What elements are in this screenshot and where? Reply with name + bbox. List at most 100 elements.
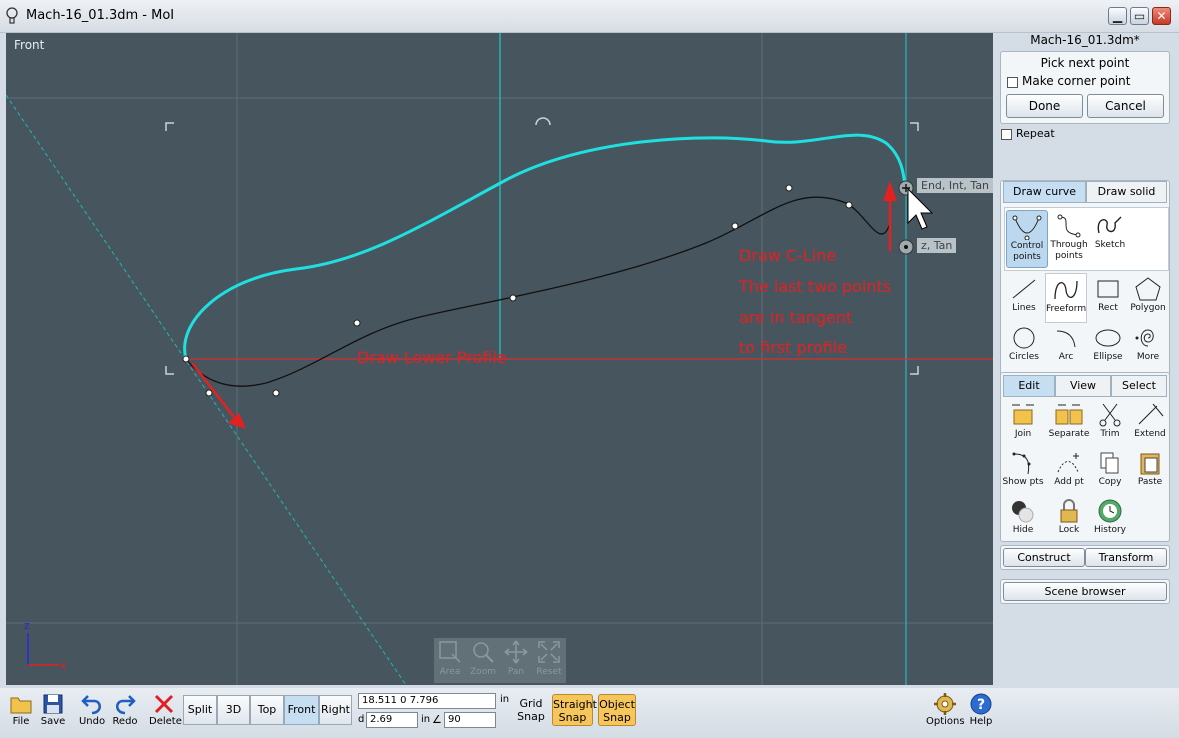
help-button[interactable]: ? Help: [966, 692, 996, 727]
distance-input[interactable]: 2.69: [366, 712, 418, 728]
circles-tool[interactable]: Circles: [1003, 322, 1045, 372]
redo-label: Redo: [112, 716, 138, 727]
viewport-canvas[interactable]: z x Draw Lower Profile Draw C-Line The l…: [6, 33, 993, 685]
nav-pan-label: Pan: [507, 667, 525, 677]
close-button[interactable]: ✕: [1152, 7, 1171, 25]
view-3d-button[interactable]: 3D: [217, 695, 250, 725]
grid-snap-label-2: Snap: [517, 710, 545, 723]
maximize-button[interactable]: ▭: [1130, 7, 1149, 25]
separate-tool[interactable]: Separate: [1048, 399, 1090, 449]
construct-transform-bar: Construct Transform: [1000, 545, 1170, 570]
front-viewport[interactable]: z x Draw Lower Profile Draw C-Line The l…: [6, 33, 993, 685]
tab-view[interactable]: View: [1055, 375, 1111, 397]
add-pt-tool[interactable]: Add pt: [1048, 447, 1090, 497]
undo-label: Undo: [78, 716, 106, 727]
trim-tool[interactable]: Trim: [1089, 399, 1131, 449]
ellipse-icon: [1095, 329, 1121, 347]
lock-tool[interactable]: Lock: [1048, 495, 1090, 545]
diagonal-construction-line: [6, 94, 407, 685]
object-snap-label-2: Snap: [603, 711, 631, 724]
transform-button[interactable]: Transform: [1085, 548, 1167, 567]
undo-button[interactable]: Undo: [77, 692, 107, 727]
help-question-icon: ?: [970, 693, 992, 715]
axis-z-label: z: [24, 619, 30, 632]
show-points-icon: [1012, 452, 1031, 475]
lock-icon: [1060, 499, 1078, 523]
scene-browser-button[interactable]: Scene browser: [1003, 582, 1167, 601]
tab-draw-solid[interactable]: Draw solid: [1086, 181, 1167, 203]
history-label: History: [1093, 525, 1127, 535]
tab-select[interactable]: Select: [1111, 375, 1167, 397]
more-tool[interactable]: More: [1127, 322, 1169, 372]
repeat-checkbox[interactable]: [1001, 129, 1012, 140]
separate-icon: [1055, 404, 1083, 425]
view-split-button[interactable]: Split: [183, 695, 217, 725]
join-label: Join: [1014, 429, 1032, 439]
sketch-tool[interactable]: Sketch: [1089, 210, 1131, 268]
history-tool[interactable]: History: [1089, 495, 1131, 545]
arc-label: Arc: [1058, 352, 1074, 362]
done-button[interactable]: Done: [1006, 94, 1083, 118]
save-button[interactable]: Save: [38, 692, 68, 727]
straight-snap-toggle[interactable]: Straight Snap: [552, 694, 597, 726]
trim-scissors-icon: [1099, 403, 1121, 427]
file-button[interactable]: File: [6, 692, 36, 727]
sketch-icon: [1097, 216, 1122, 234]
viewport-label: Front: [14, 38, 45, 52]
hide-tool[interactable]: Hide: [1002, 495, 1044, 545]
copy-tool[interactable]: Copy: [1089, 447, 1131, 497]
nav-zoom-button[interactable]: Zoom: [467, 640, 499, 677]
ellipse-tool[interactable]: Ellipse: [1087, 322, 1129, 372]
freeform-tool[interactable]: Freeform: [1045, 273, 1087, 323]
extend-tool[interactable]: Extend: [1129, 399, 1171, 449]
minimize-button[interactable]: ▁: [1108, 7, 1127, 25]
control-points-label-1: Control: [1010, 241, 1044, 251]
view-top-button[interactable]: Top: [250, 695, 284, 725]
polygon-tool[interactable]: Polygon: [1127, 273, 1169, 323]
construct-button[interactable]: Construct: [1003, 548, 1085, 567]
draw-panel: Draw curve Draw solid Control points Thr…: [1000, 180, 1170, 378]
control-points-icon: [1012, 215, 1042, 240]
polygon-label: Polygon: [1130, 303, 1166, 313]
object-snap-toggle[interactable]: Object Snap: [598, 694, 636, 726]
document-filename: Mach-16_01.3dm*: [1030, 33, 1140, 47]
snap-tooltip-end: End, Int, Tan: [917, 178, 993, 193]
trim-label: Trim: [1100, 429, 1120, 439]
command-prompt: Pick next point: [1040, 56, 1130, 70]
nav-pan-button[interactable]: Pan: [500, 640, 532, 677]
view-front-button[interactable]: Front: [284, 695, 319, 725]
paste-label: Paste: [1137, 477, 1163, 487]
folder-icon: [10, 697, 32, 714]
edit-panel: Edit View Select Join Separate Trim Exte…: [1000, 372, 1170, 542]
nav-reset-button[interactable]: Reset: [533, 640, 565, 677]
lines-tool[interactable]: Lines: [1003, 273, 1045, 323]
window-title: Mach-16_01.3dm - MoI: [26, 8, 175, 23]
delete-button[interactable]: Delete: [149, 692, 182, 727]
rect-tool[interactable]: Rect: [1087, 273, 1129, 323]
hide-spheres-icon: [1012, 501, 1034, 523]
tab-edit[interactable]: Edit: [1003, 375, 1055, 397]
angle-input[interactable]: 90: [444, 712, 496, 728]
snap-tooltip-tan-text: z, Tan: [921, 239, 953, 252]
title-bar: Mach-16_01.3dm - MoI ▁ ▭ ✕: [0, 0, 1179, 33]
show-pts-tool[interactable]: Show pts: [1002, 447, 1044, 497]
cancel-button[interactable]: Cancel: [1087, 94, 1164, 118]
tab-draw-curve[interactable]: Draw curve: [1003, 181, 1086, 203]
grid-snap-toggle[interactable]: Grid Snap: [513, 694, 549, 726]
control-points-tool[interactable]: Control points: [1006, 210, 1048, 268]
through-points-tool[interactable]: Through points: [1048, 210, 1090, 268]
command-options-box: Pick next point Make corner point Done C…: [1000, 51, 1170, 124]
redo-button[interactable]: Redo: [110, 692, 140, 727]
snap-tooltip-tan: z, Tan: [917, 238, 957, 253]
nav-area-button[interactable]: Area: [434, 640, 466, 677]
join-icon: [1012, 404, 1034, 425]
arc-tool[interactable]: Arc: [1045, 322, 1087, 372]
grid-snap-label-1: Grid: [519, 697, 543, 710]
annotation-cline-2: The last two points: [738, 277, 891, 296]
options-button[interactable]: Options: [926, 692, 965, 727]
paste-tool[interactable]: Paste: [1129, 447, 1171, 497]
coordinate-input[interactable]: 18.511 0 7.796: [358, 693, 496, 709]
corner-point-checkbox[interactable]: [1007, 77, 1018, 88]
view-right-button[interactable]: Right: [319, 695, 352, 725]
join-tool[interactable]: Join: [1002, 399, 1044, 449]
